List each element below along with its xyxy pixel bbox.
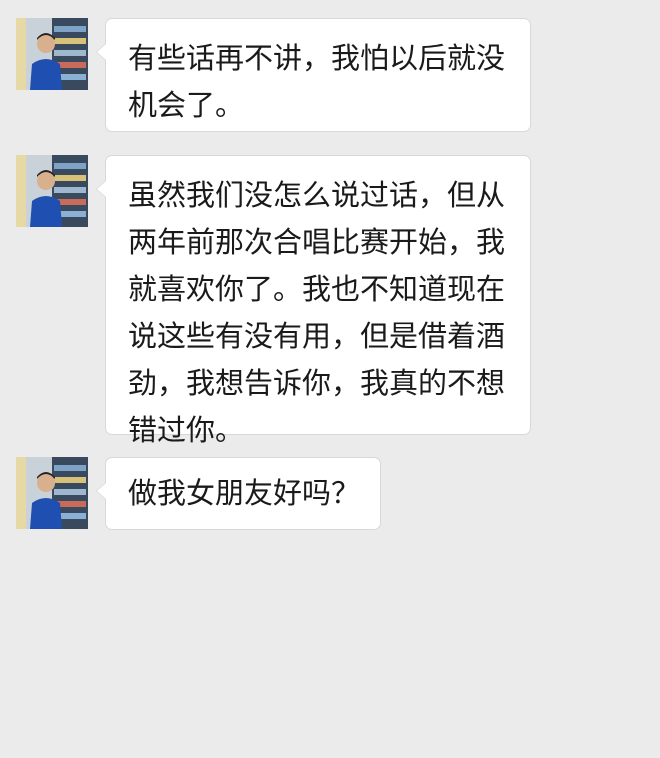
avatar[interactable] [16,155,88,227]
avatar[interactable] [16,18,88,90]
avatar[interactable] [16,457,88,529]
message-bubble[interactable]: 有些话再不讲，我怕以后就没 机会了。 [96,18,531,132]
message-bubble[interactable]: 做我女朋友好吗？ [96,457,381,530]
message-bubble[interactable]: 虽然我们没怎么说过话，但从 两年前那次合唱比赛开始，我 就喜欢你了。我也不知道现… [96,155,531,447]
chat-view: 有些话再不讲，我怕以后就没 机会了。 虽然我们没怎么说过话，但从 两年前那次合唱… [0,0,660,758]
avatar-photo-icon [16,155,88,227]
avatar-photo-icon [16,18,88,90]
avatar-photo-icon [16,457,88,529]
